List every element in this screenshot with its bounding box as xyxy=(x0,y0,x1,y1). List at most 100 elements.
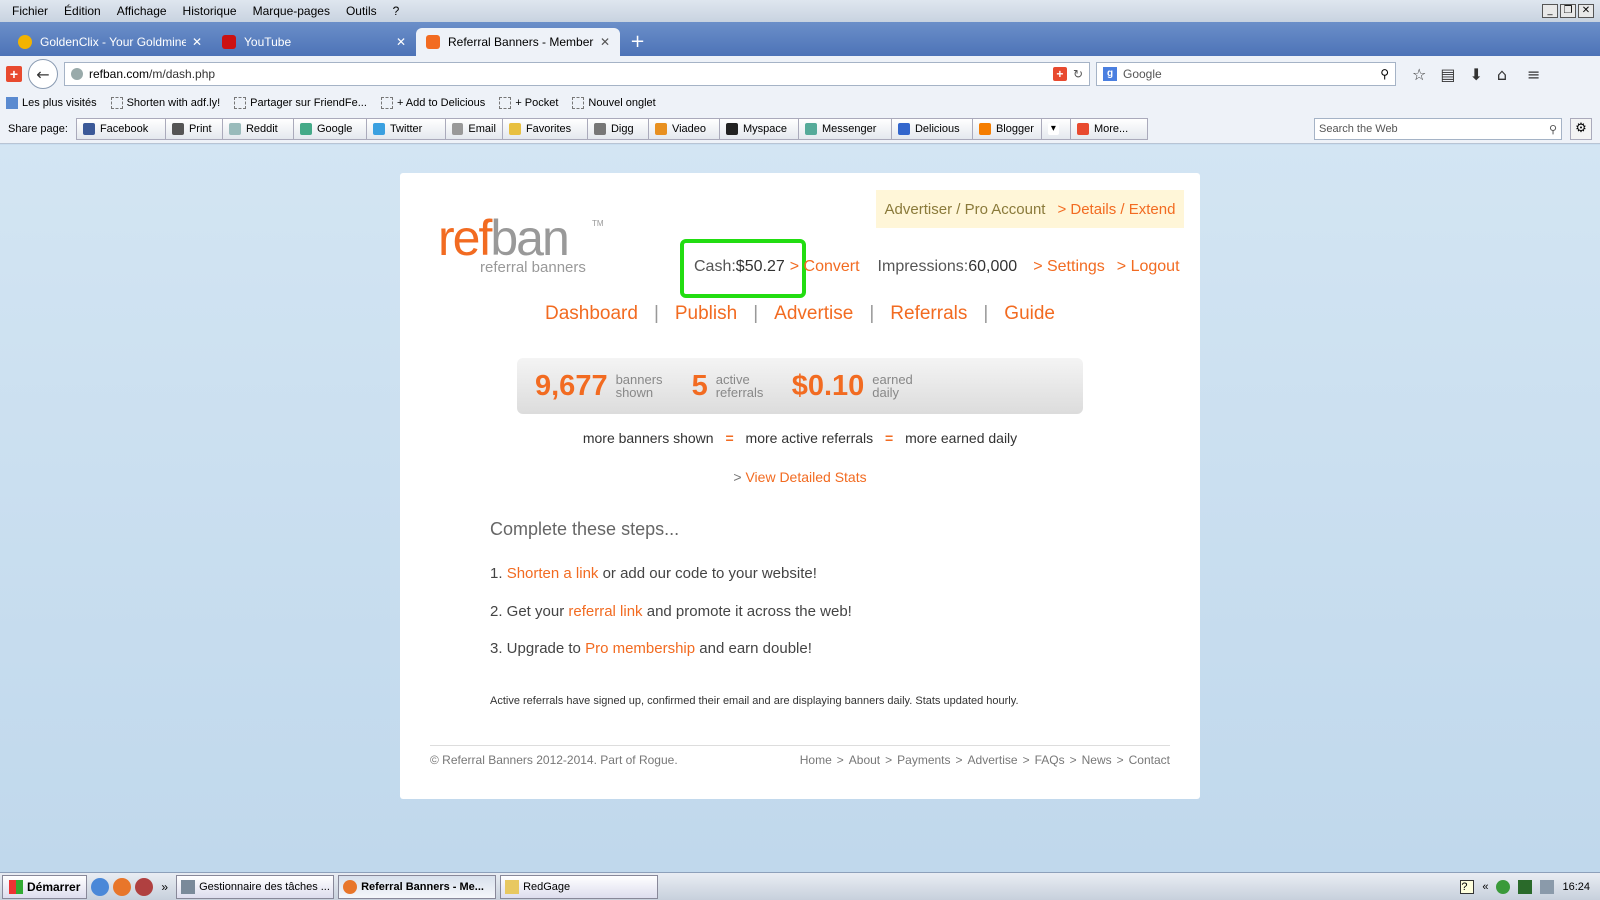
bookmark-star-icon[interactable]: ☆ xyxy=(1412,65,1426,84)
addthis-icon[interactable]: + xyxy=(1052,67,1067,81)
back-icon[interactable]: ← xyxy=(28,59,58,89)
most-visited-icon xyxy=(6,97,18,109)
site-identity-icon[interactable] xyxy=(71,68,83,80)
pro-account-label: Advertiser / Pro Account xyxy=(884,200,1046,218)
footer-about-link[interactable]: About xyxy=(849,753,880,767)
menu-outils[interactable]: Outils xyxy=(338,4,385,18)
quicklaunch-more-icon[interactable]: » xyxy=(161,880,168,894)
shorten-link[interactable]: Shorten a link xyxy=(507,565,599,582)
more-icon xyxy=(1076,122,1089,135)
firefox-icon[interactable] xyxy=(113,877,132,896)
bookmark-item[interactable]: Partager sur FriendFe... xyxy=(234,97,367,109)
google-icon[interactable]: g xyxy=(1103,67,1117,81)
view-detailed-stats-link[interactable]: View Detailed Stats xyxy=(745,469,866,485)
task-redgage[interactable]: RedGage xyxy=(500,874,659,899)
footer-contact-link[interactable]: Contact xyxy=(1129,753,1170,767)
reddit-icon xyxy=(228,122,241,135)
share-button-messenger[interactable]: Messenger xyxy=(797,117,892,140)
share-button-digg[interactable]: Digg xyxy=(586,117,649,140)
tray-status-icon[interactable] xyxy=(1518,879,1533,894)
tray-expand-icon[interactable]: « xyxy=(1482,881,1488,893)
menu-icon[interactable]: ≡ xyxy=(1527,65,1540,84)
settings-link[interactable]: > Settings xyxy=(1033,258,1105,276)
menu-fichier[interactable]: Fichier xyxy=(4,4,56,18)
close-icon[interactable]: ✕ xyxy=(1578,4,1594,18)
bookmark-item[interactable]: Shorten with adf.ly! xyxy=(110,97,220,109)
nav-dashboard[interactable]: Dashboard xyxy=(545,303,638,325)
tab-goldenclix[interactable]: GoldenClix - Your Goldmine! ✕ xyxy=(8,28,212,56)
search-icon[interactable]: ⚲ xyxy=(1549,123,1557,136)
footer-faqs-link[interactable]: FAQs xyxy=(1035,753,1065,767)
nav-separator: | xyxy=(753,303,759,324)
nav-advertise[interactable]: Advertise xyxy=(774,303,853,325)
share-button-facebook[interactable]: Facebook xyxy=(75,117,166,140)
tab-youtube[interactable]: YouTube ✕ xyxy=(212,28,416,56)
share-button-email[interactable]: Email xyxy=(444,117,503,140)
share-button-print[interactable]: Print xyxy=(164,117,223,140)
search-bar[interactable]: g Google ⚲ xyxy=(1096,62,1396,86)
search-input[interactable]: Google xyxy=(1123,67,1374,81)
bookmark-item[interactable]: + Pocket xyxy=(499,97,558,109)
chevron-down-icon: ▾ xyxy=(1047,122,1059,135)
task-task-manager[interactable]: Gestionnaire des tâches ... xyxy=(176,874,335,899)
facebook-icon xyxy=(82,122,95,135)
app-icon[interactable] xyxy=(135,877,154,896)
web-search-input[interactable]: Search the Web ⚲ xyxy=(1314,118,1562,140)
close-tab-icon[interactable]: ✕ xyxy=(396,35,406,49)
reload-icon[interactable]: ↻ xyxy=(1073,67,1083,81)
menu-help[interactable]: ? xyxy=(385,4,408,18)
share-button-dropdown[interactable]: ▾ xyxy=(1040,117,1071,140)
share-button-blogger[interactable]: Blogger xyxy=(971,117,1042,140)
share-button-delicious[interactable]: Delicious xyxy=(890,117,973,140)
convert-link[interactable]: > Convert xyxy=(790,258,860,276)
nav-publish[interactable]: Publish xyxy=(675,303,737,325)
tray-app-icon[interactable] xyxy=(1496,879,1511,894)
tab-referral-banners[interactable]: Referral Banners - Member Ar... ✕ xyxy=(416,28,620,56)
url-text[interactable]: refban.com/m/dash.php xyxy=(89,67,1047,81)
share-button-google[interactable]: Google xyxy=(292,117,367,140)
address-bar[interactable]: refban.com/m/dash.php + ↻ xyxy=(64,62,1090,86)
downloads-icon[interactable]: ⬇ xyxy=(1469,65,1482,84)
share-button-twitter[interactable]: Twitter xyxy=(365,117,446,140)
bookmarks-list-icon[interactable]: ▤ xyxy=(1440,65,1455,84)
share-button-more[interactable]: More... xyxy=(1069,117,1148,140)
bookmark-item[interactable]: Les plus visités xyxy=(6,97,97,109)
start-button[interactable]: Démarrer xyxy=(2,874,88,899)
share-button-reddit[interactable]: Reddit xyxy=(221,117,294,140)
footer-news-link[interactable]: News xyxy=(1082,753,1112,767)
new-tab-icon[interactable]: + xyxy=(620,31,655,56)
footer-home-link[interactable]: Home xyxy=(800,753,832,767)
help-icon[interactable]: ? xyxy=(1460,879,1475,894)
addthis-icon[interactable]: + xyxy=(6,66,22,82)
minimize-icon[interactable]: _ xyxy=(1542,4,1558,18)
nav-referrals[interactable]: Referrals xyxy=(890,303,967,325)
menu-edition[interactable]: Édition xyxy=(56,4,109,18)
nav-guide[interactable]: Guide xyxy=(1004,303,1055,325)
home-icon[interactable]: ⌂ xyxy=(1497,65,1507,84)
gear-icon[interactable]: ⚙ xyxy=(1570,118,1592,140)
volume-icon[interactable] xyxy=(1540,879,1555,894)
footer-payments-link[interactable]: Payments xyxy=(897,753,950,767)
menu-historique[interactable]: Historique xyxy=(175,4,245,18)
task-firefox-refban[interactable]: Referral Banners - Me... xyxy=(338,874,497,899)
bookmark-item[interactable]: Nouvel onglet xyxy=(572,97,656,109)
share-button-viadeo[interactable]: Viadeo xyxy=(647,117,720,140)
footer-advertise-link[interactable]: Advertise xyxy=(968,753,1018,767)
pro-membership-link[interactable]: Pro membership xyxy=(585,640,695,657)
bookmark-item[interactable]: + Add to Delicious xyxy=(380,97,485,109)
share-button-myspace[interactable]: Myspace xyxy=(718,117,799,140)
share-button-favorites[interactable]: Favorites xyxy=(501,117,588,140)
step-text: or add our code to your website! xyxy=(598,565,817,582)
search-icon[interactable]: ⚲ xyxy=(1380,67,1389,81)
ie-icon[interactable] xyxy=(91,877,110,896)
logout-link[interactable]: > Logout xyxy=(1117,258,1180,276)
close-tab-icon[interactable]: ✕ xyxy=(600,35,610,49)
myspace-icon xyxy=(725,122,738,135)
restore-icon[interactable]: ❐ xyxy=(1560,4,1576,18)
menu-affichage[interactable]: Affichage xyxy=(109,4,175,18)
details-extend-link[interactable]: > Details / Extend xyxy=(1057,201,1175,218)
close-tab-icon[interactable]: ✕ xyxy=(192,35,202,49)
refban-logo[interactable]: refban TM referral banners xyxy=(438,213,604,276)
referral-link[interactable]: referral link xyxy=(568,603,642,620)
menu-marque-pages[interactable]: Marque-pages xyxy=(245,4,338,18)
